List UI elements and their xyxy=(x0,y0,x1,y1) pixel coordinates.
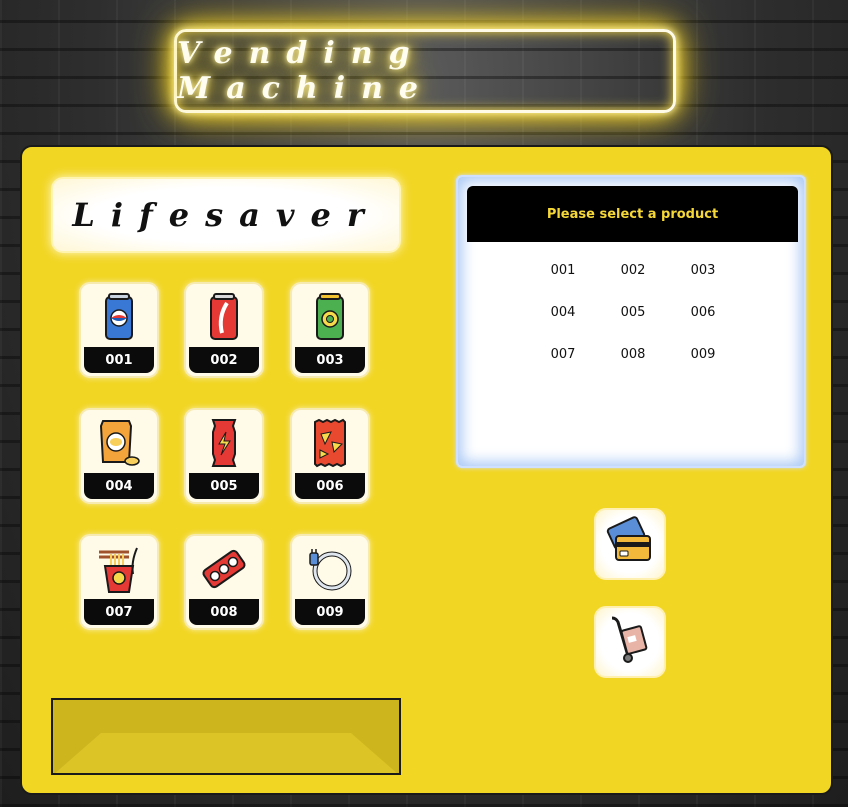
credit-card-icon xyxy=(604,516,656,572)
sushi-tray-icon xyxy=(186,540,262,598)
product-code: 002 xyxy=(189,347,259,373)
brand-name: Lifesaver xyxy=(72,196,380,234)
delivery-button[interactable] xyxy=(594,606,666,678)
product-slot-008[interactable]: 008 xyxy=(184,534,264,630)
dispense-tray[interactable] xyxy=(51,698,401,775)
product-code: 007 xyxy=(84,599,154,625)
soda-can-blue-icon xyxy=(81,288,157,346)
product-code: 006 xyxy=(295,473,365,499)
keypad-code[interactable]: 006 xyxy=(668,304,738,322)
chips-bag-icon xyxy=(81,414,157,472)
neon-sign: Vending Machine xyxy=(174,29,676,113)
product-slot-009[interactable]: 009 xyxy=(290,534,370,630)
screen-message: Please select a product xyxy=(467,186,798,242)
product-slot-007[interactable]: 007 xyxy=(79,534,159,630)
product-slot-004[interactable]: 004 xyxy=(79,408,159,504)
snack-bar-icon xyxy=(186,414,262,472)
tray-opening xyxy=(53,733,399,773)
product-code: 004 xyxy=(84,473,154,499)
soda-can-green-icon xyxy=(292,288,368,346)
display-screen: Please select a product 001 002 003 004 … xyxy=(456,175,806,468)
keypad-code[interactable]: 009 xyxy=(668,346,738,364)
keypad-code[interactable]: 005 xyxy=(598,304,668,322)
keypad-code[interactable]: 001 xyxy=(528,262,598,280)
keypad-code[interactable]: 003 xyxy=(668,262,738,280)
keypad-code[interactable]: 007 xyxy=(528,346,598,364)
vending-machine: Lifesaver 001 002 003 004 005 006 007 00… xyxy=(20,145,833,795)
keypad-code[interactable]: 004 xyxy=(528,304,598,322)
product-slot-006[interactable]: 006 xyxy=(290,408,370,504)
product-slot-001[interactable]: 001 xyxy=(79,282,159,378)
product-slot-005[interactable]: 005 xyxy=(184,408,264,504)
noodle-cup-icon xyxy=(81,540,157,598)
keypad-code[interactable]: 002 xyxy=(598,262,668,280)
product-code: 005 xyxy=(189,473,259,499)
payment-button[interactable] xyxy=(594,508,666,580)
product-code: 009 xyxy=(295,599,365,625)
keypad-code[interactable]: 008 xyxy=(598,346,668,364)
code-keypad: 001 002 003 004 005 006 007 008 009 xyxy=(528,262,738,364)
nachos-bag-icon xyxy=(292,414,368,472)
page-title: Vending Machine xyxy=(177,36,435,106)
product-slot-003[interactable]: 003 xyxy=(290,282,370,378)
product-slot-002[interactable]: 002 xyxy=(184,282,264,378)
brand-panel: Lifesaver xyxy=(51,177,401,253)
product-code: 008 xyxy=(189,599,259,625)
product-code: 003 xyxy=(295,347,365,373)
charging-cable-icon xyxy=(292,540,368,598)
soda-can-red-icon xyxy=(186,288,262,346)
hand-truck-icon xyxy=(604,614,656,670)
product-code: 001 xyxy=(84,347,154,373)
